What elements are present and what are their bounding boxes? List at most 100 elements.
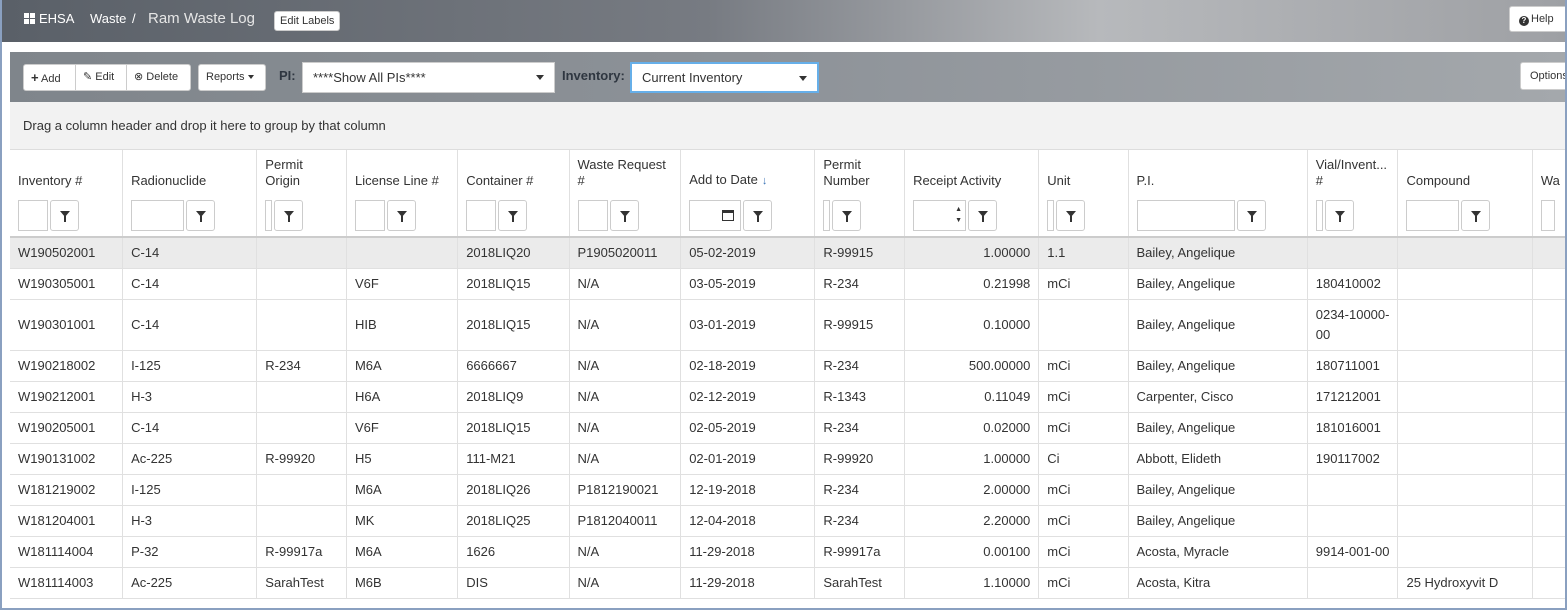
page-title: Ram Waste Log	[148, 10, 255, 27]
cell-waste-request: N/A	[569, 536, 682, 568]
filter-button[interactable]	[1461, 199, 1491, 231]
filter-button[interactable]	[50, 199, 79, 231]
filter-input[interactable]	[131, 199, 185, 231]
filter-funnel-icon	[978, 210, 989, 222]
cell-permit-origin	[256, 505, 347, 537]
filter-button[interactable]	[274, 199, 304, 231]
cell-receipt-activity: 0.21998	[904, 268, 1040, 300]
filter-input[interactable]	[1540, 199, 1555, 231]
pencil-icon: ✎	[83, 71, 93, 83]
filter-button[interactable]	[832, 199, 862, 231]
col-header-permit-number[interactable]: Permit Number	[814, 150, 906, 194]
numeric-filter-input[interactable]: ▲ ▼	[913, 199, 967, 231]
cell-inventory: W190301001	[10, 299, 124, 351]
table-row[interactable]: W181114003 Ac-225 SarahTest M6B DIS N/A 11-29-…	[10, 567, 1565, 599]
col-header-waste[interactable]: Wa	[1532, 150, 1565, 194]
cell-compound	[1397, 350, 1533, 382]
table-row[interactable]: W190502001 C-14 2018LIQ20 P1905020011 05-02-…	[10, 237, 1565, 269]
edit-button[interactable]: ✎ Edit	[75, 64, 127, 91]
filter-input[interactable]	[354, 199, 385, 231]
cell-permit-number: R-234	[814, 505, 906, 537]
inventory-select[interactable]: Current Inventory	[630, 62, 819, 93]
filter-input[interactable]	[577, 199, 608, 231]
cell-permit-origin	[256, 237, 347, 269]
cell-license-line: M6A	[346, 474, 459, 506]
filter-input[interactable]	[1047, 199, 1055, 231]
cell-radionuclide: P-32	[122, 536, 258, 568]
filter-input[interactable]	[1136, 199, 1235, 231]
edit-labels-button[interactable]: Edit Labels	[274, 11, 341, 31]
reports-label: Reports	[206, 71, 245, 83]
cell-waste	[1532, 237, 1565, 269]
cell-waste-request: N/A	[569, 412, 682, 444]
col-header-container[interactable]: Container #	[457, 150, 570, 194]
cell-receipt-activity: 500.00000	[904, 350, 1040, 382]
options-button[interactable]: Options	[1520, 62, 1565, 90]
cell-compound	[1397, 299, 1533, 351]
table-row[interactable]: W190218002 I-125 R-234 M6A 6666667 N/A 02-18-2…	[10, 350, 1565, 382]
breadcrumb-waste[interactable]: Waste	[90, 11, 126, 26]
table-row[interactable]: W190212001 H-3 H6A 2018LIQ9 N/A 02-12-2019 R-1…	[10, 381, 1565, 413]
col-header-vial-inventory[interactable]: Vial/Invent... #	[1307, 150, 1399, 194]
col-header-unit[interactable]: Unit	[1038, 150, 1129, 194]
cell-unit: 1.1	[1038, 237, 1129, 269]
col-header-permit-origin[interactable]: Permit Origin	[256, 150, 347, 194]
calendar-icon[interactable]	[722, 209, 735, 221]
table-row[interactable]: W190131002 Ac-225 R-99920 H5 111-M21 N/A 02-01…	[10, 443, 1565, 475]
cell-license-line: M6B	[346, 567, 459, 599]
filter-input[interactable]	[18, 199, 48, 231]
cell-license-line: MK	[346, 505, 459, 537]
filter-button[interactable]	[968, 199, 998, 231]
table-row[interactable]: W181219002 I-125 M6A 2018LIQ26 P1812190021 12…	[10, 474, 1565, 506]
col-header-license-line[interactable]: License Line #	[346, 150, 459, 194]
sort-descending-icon: ↓	[761, 175, 768, 187]
cell-license-line: H6A	[346, 381, 459, 413]
cell-compound	[1397, 536, 1533, 568]
cell-unit: mCi	[1038, 505, 1129, 537]
filter-button[interactable]	[186, 199, 216, 231]
date-filter-input[interactable]	[689, 199, 742, 231]
filter-button[interactable]	[386, 199, 416, 231]
caret-down-icon	[247, 75, 254, 79]
col-header-inventory[interactable]: Inventory #	[10, 150, 124, 194]
filter-button[interactable]	[1324, 199, 1354, 231]
col-header-pi[interactable]: P.I.	[1128, 150, 1308, 194]
table-row[interactable]: W181204001 H-3 MK 2018LIQ25 P1812040011 12-04…	[10, 505, 1565, 537]
table-row[interactable]: W190301001 C-14 HIB 2018LIQ15 N/A 03-01-2019 R…	[10, 299, 1565, 351]
cell-add-to-date: 02-01-2019	[680, 443, 816, 475]
cell-receipt-activity: 0.02000	[904, 412, 1040, 444]
col-header-compound[interactable]: Compound	[1397, 150, 1533, 194]
reports-dropdown-button[interactable]: Reports	[198, 64, 266, 91]
filter-button[interactable]	[743, 199, 773, 231]
delete-button[interactable]: ⊗ Delete	[126, 64, 191, 91]
filter-input[interactable]	[823, 199, 831, 231]
cell-unit: mCi	[1038, 268, 1129, 300]
table-row[interactable]: W190305001 C-14 V6F 2018LIQ15 N/A 03-05-2019 R…	[10, 268, 1565, 300]
cell-pi: Bailey, Angelique	[1128, 474, 1308, 506]
filter-funnel-icon	[842, 210, 853, 222]
filter-input[interactable]	[466, 199, 497, 231]
col-header-add-to-date[interactable]: Add to Date ↓	[680, 150, 816, 194]
add-button[interactable]: + Add	[23, 64, 76, 91]
col-header-waste-request[interactable]: Waste Request #	[569, 150, 682, 194]
table-row[interactable]: W181114004 P-32 R-99917a M6A 1626 N/A 11-29-20…	[10, 536, 1565, 568]
spinner-arrows-icon[interactable]: ▲ ▼	[955, 204, 962, 226]
col-header-receipt-activity[interactable]: Receipt Activity	[904, 150, 1040, 194]
pi-select[interactable]: ****Show All PIs****	[302, 62, 555, 93]
filter-funnel-icon	[1246, 210, 1257, 222]
table-row[interactable]: W190205001 C-14 V6F 2018LIQ15 N/A 02-05-2019 R…	[10, 412, 1565, 444]
filter-button[interactable]	[1056, 199, 1086, 231]
help-button[interactable]: ? Help	[1509, 6, 1565, 32]
filter-input[interactable]	[1315, 199, 1323, 231]
col-header-radionuclide[interactable]: Radionuclide	[122, 150, 258, 194]
help-label: Help	[1531, 13, 1554, 25]
filter-input[interactable]	[1406, 199, 1460, 231]
brand-link[interactable]: EHSA	[24, 11, 74, 26]
filter-button[interactable]	[1236, 199, 1266, 231]
filter-button[interactable]	[609, 199, 639, 231]
filter-button[interactable]	[498, 199, 528, 231]
cell-container: DIS	[457, 567, 570, 599]
group-drop-panel[interactable]: Drag a column header and drop it here to…	[10, 102, 1565, 150]
filter-input[interactable]	[265, 199, 273, 231]
cell-license-line: V6F	[346, 268, 459, 300]
